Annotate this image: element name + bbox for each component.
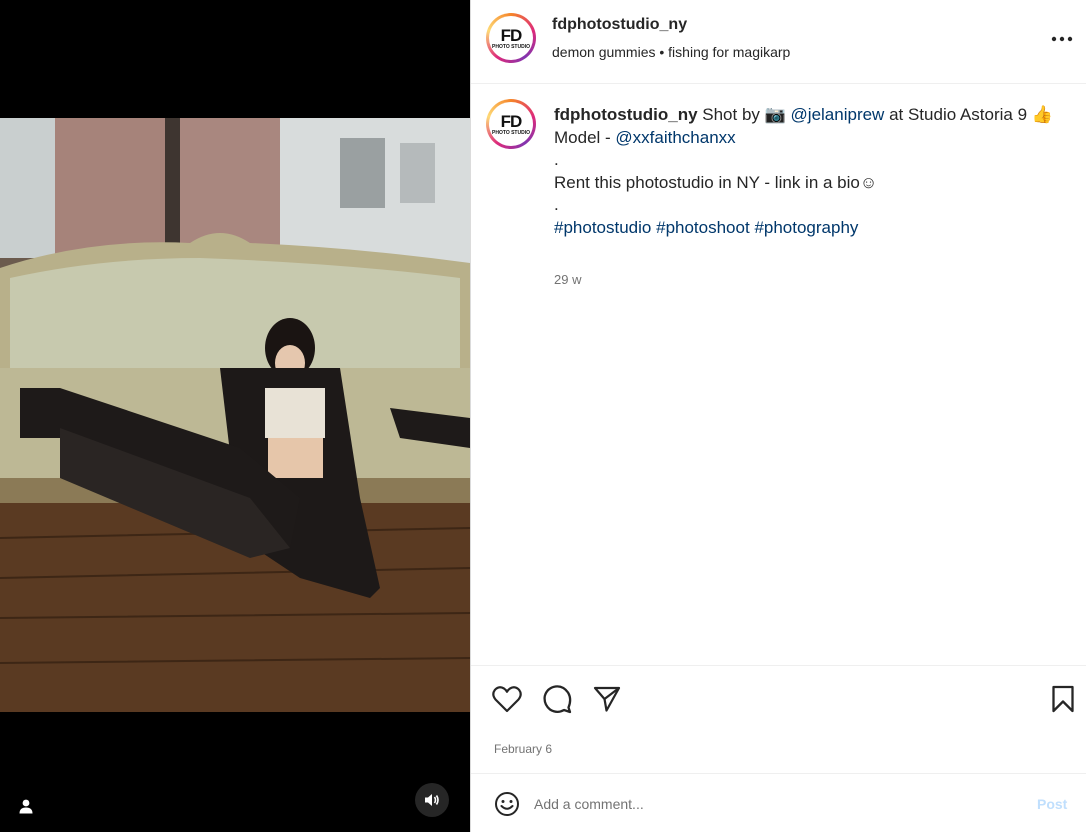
caption-avatar[interactable]: FD PHOTO STUDIO [486, 99, 536, 149]
caption-line-1: fdphotostudio_ny Shot by 📷 @jelaniprew a… [554, 104, 1064, 127]
caption-dot: . [554, 150, 559, 169]
hashtag-link[interactable]: #photography [754, 218, 858, 237]
smiley-icon[interactable] [493, 790, 521, 818]
post-time-ago[interactable]: 29 w [554, 272, 581, 287]
audio-subtitle-link[interactable]: demon gummies • fishing for magikarp [552, 44, 790, 60]
hashtag-link[interactable]: #photostudio [554, 218, 651, 237]
caption-text: Model - [554, 127, 616, 147]
mention-link[interactable]: @jelaniprew [791, 105, 885, 124]
avatar-logo-text: FD [500, 25, 523, 45]
share-button[interactable] [590, 682, 624, 716]
action-bar: February 6 [471, 665, 1086, 773]
post-caption: fdphotostudio_ny Shot by 📷 @jelaniprew a… [554, 104, 1064, 239]
avatar[interactable]: FD PHOTO STUDIO [486, 13, 536, 63]
save-button[interactable] [1046, 682, 1080, 716]
post-details-panel: FD PHOTO STUDIO fdphotostudio_ny demon g… [470, 0, 1086, 832]
comment-icon [543, 685, 572, 714]
heart-icon [492, 686, 522, 713]
caption-username[interactable]: fdphotostudio_ny [554, 105, 698, 124]
person-icon [19, 799, 33, 814]
comment-input[interactable] [534, 791, 1014, 817]
more-options-icon [1051, 36, 1073, 42]
post-date[interactable]: February 6 [494, 742, 552, 756]
paper-plane-icon [593, 686, 621, 712]
post-header: FD PHOTO STUDIO fdphotostudio_ny demon g… [471, 0, 1086, 84]
avatar-logo-subtext: PHOTO STUDIO [492, 43, 530, 50]
media-viewer[interactable] [0, 0, 470, 832]
avatar-logo-text: FD [500, 111, 523, 131]
avatar-logo-subtext: PHOTO STUDIO [492, 129, 530, 136]
username-link[interactable]: fdphotostudio_ny [552, 16, 687, 34]
bookmark-icon [1052, 685, 1074, 713]
caption-dot: . [554, 195, 559, 214]
comment-bar: Post [471, 773, 1086, 832]
speaker-icon [425, 794, 439, 806]
tagged-users-button[interactable] [10, 790, 42, 822]
caption-text: Shot by 📷 [697, 105, 791, 124]
post-photo [0, 118, 470, 712]
mention-link[interactable]: @xxfaithchanxx [615, 128, 735, 147]
caption-hashtags: #photostudio #photoshoot #photography [554, 217, 1064, 240]
hashtag-link[interactable]: #photoshoot [656, 218, 750, 237]
caption-line-model: Model - @xxfaithchanxx [554, 127, 1064, 150]
caption-text: at Studio Astoria 9 👍 [884, 105, 1053, 124]
more-options-button[interactable] [1047, 27, 1077, 51]
like-button[interactable] [490, 682, 524, 716]
avatar-logo: FD PHOTO STUDIO [489, 102, 533, 146]
post-comment-button[interactable]: Post [1037, 796, 1067, 812]
comment-button[interactable] [540, 682, 574, 716]
audio-toggle-button[interactable] [415, 783, 449, 817]
avatar-logo: FD PHOTO STUDIO [489, 16, 533, 60]
caption-rent-text: Rent this photostudio in NY - link in a … [554, 172, 878, 192]
